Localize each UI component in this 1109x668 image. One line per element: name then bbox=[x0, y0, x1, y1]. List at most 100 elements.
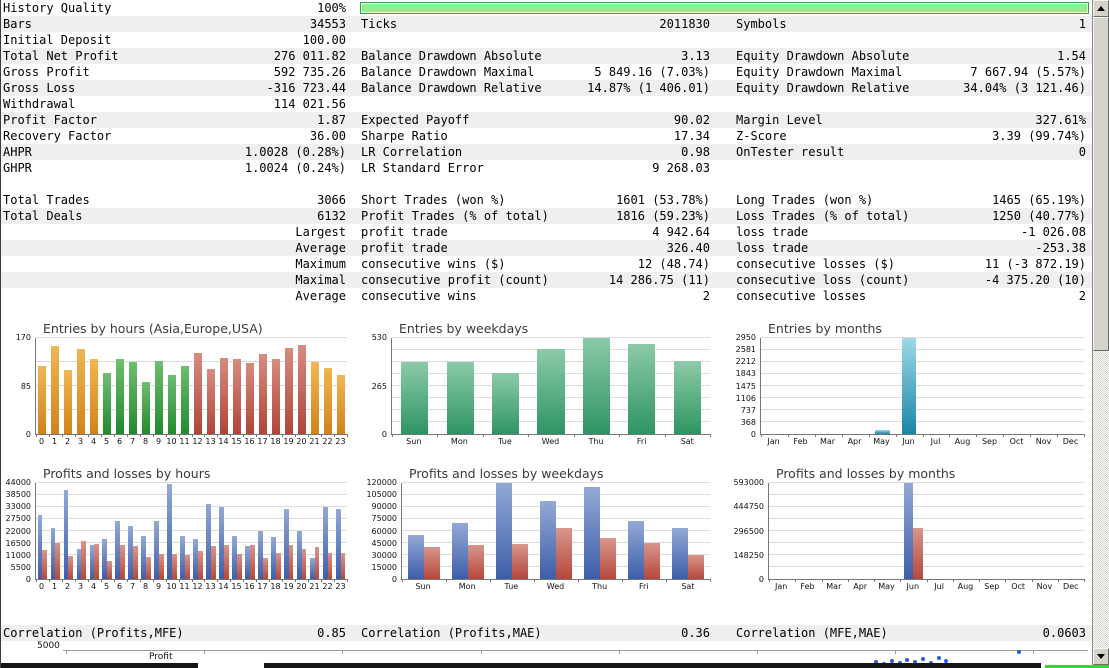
scroll-down-button[interactable] bbox=[1093, 648, 1109, 665]
x-tick-label: May bbox=[878, 582, 895, 591]
chart-plot bbox=[768, 482, 1085, 582]
x-tick-label: Dec bbox=[1062, 437, 1079, 446]
stat-cell: Symbols 1 bbox=[716, 17, 1092, 31]
y-tick-label: 90000 bbox=[371, 502, 397, 512]
loss-bar bbox=[94, 544, 100, 579]
profit-legend-label: Profit bbox=[149, 652, 173, 662]
x-tick bbox=[1033, 650, 1034, 654]
bar bbox=[38, 366, 47, 434]
stat-value: 3.13 bbox=[681, 49, 710, 63]
x-tick bbox=[573, 434, 575, 437]
chart-plot bbox=[760, 337, 1085, 437]
x-tick bbox=[87, 434, 89, 437]
y-axis-labels: 0 15000 30000 45000 60000 75000 90000 105000 120… bbox=[357, 479, 401, 584]
stat-cell: Correlation (Profits,MAE) 0.36 bbox=[353, 626, 716, 640]
stats-row: Gross Loss -316 723.44 Balance Drawdown Re… bbox=[1, 80, 1092, 96]
stat-cell: Equity Drawdown Relative 34.04% (3 121.46… bbox=[716, 81, 1092, 95]
scroll-up-button[interactable] bbox=[1093, 0, 1109, 17]
x-tick bbox=[74, 434, 76, 437]
vertical-scrollbar[interactable] bbox=[1092, 0, 1109, 668]
x-tick-label: 22 bbox=[322, 437, 333, 446]
bar bbox=[673, 360, 701, 434]
stat-label: profit trade bbox=[361, 241, 448, 255]
x-tick-label: 20 bbox=[296, 582, 307, 591]
stat-value: 2 bbox=[1078, 289, 1086, 303]
gridline bbox=[36, 506, 347, 507]
x-tick-label: Jan bbox=[767, 437, 780, 446]
x-tick bbox=[769, 579, 770, 582]
stats-table: History Quality 100% Bars 34553 Ticks 2011830… bbox=[1, 0, 1092, 304]
bar bbox=[628, 344, 656, 434]
x-tick bbox=[204, 434, 206, 437]
y-tick-label: 22000 bbox=[5, 526, 31, 536]
x-tick-label: 13 bbox=[205, 582, 216, 591]
x-tick bbox=[446, 579, 447, 582]
x-tick bbox=[895, 650, 896, 654]
stat-value: 1.0028 (0.28%) bbox=[244, 145, 346, 159]
x-tick bbox=[757, 650, 758, 654]
stat-label: loss trade bbox=[736, 241, 809, 255]
x-tick-label: Mon bbox=[458, 582, 476, 591]
stat-cell: Maximal bbox=[1, 273, 353, 287]
scrollbar-thumb[interactable] bbox=[1093, 17, 1109, 351]
stat-label: Correlation (Profits,MAE) bbox=[361, 626, 542, 640]
stat-cell: consecutive profit (count) 14 286.75 (11) bbox=[353, 273, 716, 287]
stat-label: LR Standard Error bbox=[361, 161, 484, 175]
x-tick bbox=[976, 434, 978, 437]
gridline bbox=[36, 518, 347, 519]
gridline bbox=[761, 385, 1084, 386]
stat-label: Balance Drawdown Relative bbox=[361, 81, 542, 95]
loss-bar bbox=[236, 554, 242, 579]
bar bbox=[155, 361, 164, 434]
stat-label: Gross Profit bbox=[3, 65, 90, 79]
x-tick bbox=[308, 579, 310, 582]
y-axis-labels: 0 148250 296500 444750 593000 bbox=[720, 479, 768, 584]
bar bbox=[310, 362, 319, 434]
stat-value: Average bbox=[295, 241, 346, 255]
x-tick bbox=[1057, 434, 1059, 437]
x-tick bbox=[61, 434, 63, 437]
x-tick bbox=[710, 579, 711, 582]
y-tick-label: 105000 bbox=[366, 490, 397, 500]
x-tick-label: Thu bbox=[592, 582, 608, 591]
stat-value: Average bbox=[295, 289, 346, 303]
bar bbox=[537, 348, 565, 434]
x-tick bbox=[392, 434, 393, 437]
stat-cell: GHPR 1.0024 (0.24%) bbox=[1, 161, 353, 175]
bar bbox=[103, 373, 112, 434]
x-tick-label: Aug bbox=[954, 437, 971, 446]
y-tick-label: 2581 bbox=[735, 345, 756, 355]
loss-bar bbox=[687, 555, 705, 579]
x-tick bbox=[949, 434, 951, 437]
profit-bar bbox=[407, 535, 424, 579]
x-tick-label: 23 bbox=[335, 437, 346, 446]
y-tick-label: 27500 bbox=[5, 514, 31, 524]
x-tick bbox=[256, 579, 258, 582]
chart-title: Profits and losses by weekdays bbox=[409, 466, 604, 481]
stat-value: 276 011.82 bbox=[273, 49, 346, 63]
y-tick-label: 5000 bbox=[37, 641, 60, 651]
x-tick bbox=[847, 579, 849, 582]
stat-value: 592 735.26 bbox=[273, 65, 346, 79]
chart-body: 0 5500 11000 16500 22000 27500 33000 38500 44000 bbox=[5, 479, 353, 584]
stat-value: 0.0603 bbox=[1042, 626, 1086, 640]
loss-bar bbox=[107, 561, 113, 579]
loss-bar bbox=[133, 546, 138, 579]
stats-row: Bars 34553 Ticks 2011830 Symbols 1 bbox=[1, 16, 1092, 32]
stat-cell: Maximum bbox=[1, 257, 353, 271]
x-tick-label: Sep bbox=[984, 582, 1000, 591]
stat-label: Equity Drawdown Relative bbox=[736, 81, 910, 95]
stat-value: -316 723.44 bbox=[266, 81, 346, 95]
profit-bar bbox=[451, 523, 468, 579]
stat-label: consecutive losses ($) bbox=[736, 257, 895, 271]
stats-row: History Quality 100% bbox=[1, 0, 1092, 16]
stat-value: 5 849.16 (7.03%) bbox=[594, 65, 710, 79]
stat-value: 2 bbox=[702, 289, 710, 303]
stats-row: Maximum consecutive wins ($) 12 (48.74) con… bbox=[1, 256, 1092, 272]
chart-entries-by-months: Entries by months 0 368 737 1106 1475 1843 2212… bbox=[716, 318, 1090, 458]
stat-cell: LR Standard Error 9 268.03 bbox=[353, 161, 716, 175]
stat-label: consecutive wins bbox=[361, 289, 477, 303]
bar bbox=[51, 346, 60, 434]
stat-label: Loss Trades (% of total) bbox=[736, 209, 910, 223]
